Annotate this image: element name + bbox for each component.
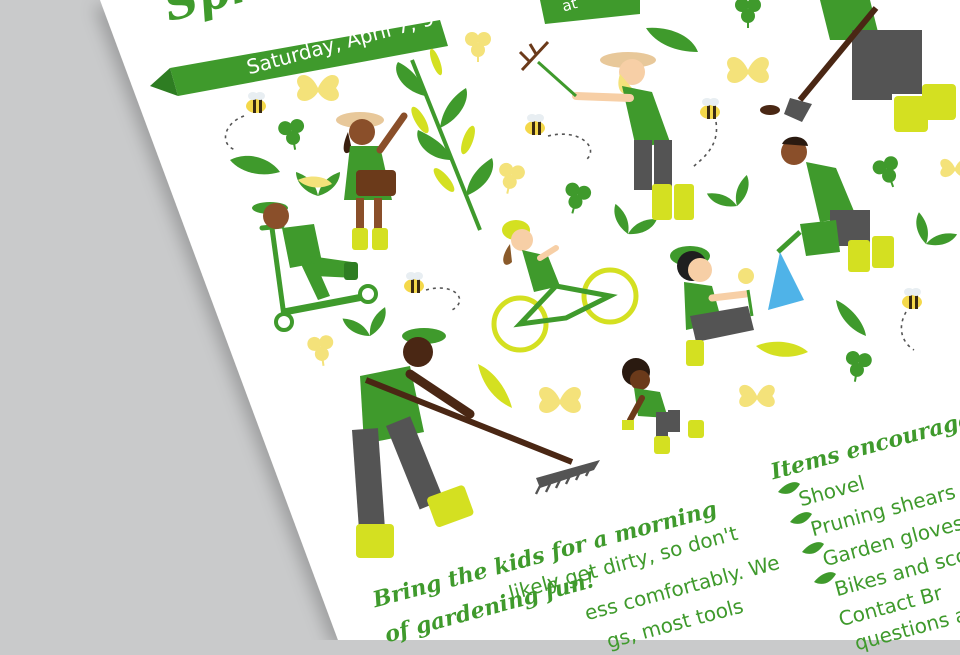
flyer-photo [100,0,960,640]
